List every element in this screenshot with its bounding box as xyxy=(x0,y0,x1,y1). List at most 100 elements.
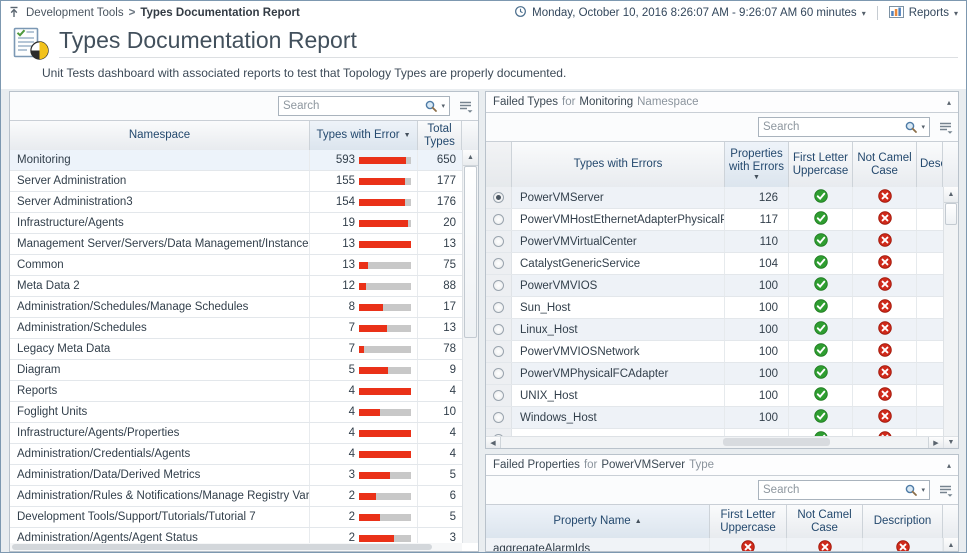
table-row[interactable]: Administration/Agents/Agent Status23 xyxy=(10,528,462,543)
error-ratio-bar xyxy=(359,262,411,269)
vertical-scrollbar[interactable]: ▲ xyxy=(943,538,958,551)
table-row[interactable]: Meta Data 21288 xyxy=(10,276,462,297)
dashboard-content: ▾ Namespace Types with Error▼ Total Type… xyxy=(1,89,966,552)
time-range-label[interactable]: Monday, October 10, 2016 8:26:07 AM - 9:… xyxy=(532,7,857,19)
collapse-panel-icon[interactable]: ▴ xyxy=(947,98,951,107)
table-row-partial[interactable] xyxy=(486,429,943,436)
table-row[interactable]: Server Administration3154176 xyxy=(10,192,462,213)
column-header-description[interactable]: Description xyxy=(917,142,943,187)
scroll-down-icon[interactable]: ▼ xyxy=(943,436,958,448)
table-row[interactable]: Administration/Rules & Notifications/Man… xyxy=(10,486,462,507)
total-types-cell: 13 xyxy=(418,322,462,334)
search-options-caret-icon[interactable]: ▾ xyxy=(438,102,449,110)
row-radio[interactable] xyxy=(493,236,504,247)
radio-cell xyxy=(486,319,512,340)
table-row[interactable]: UNIX_Host100 xyxy=(486,385,943,407)
row-radio[interactable] xyxy=(493,258,504,269)
customize-columns-icon[interactable] xyxy=(458,100,473,113)
table-row[interactable]: Management Server/Servers/Data Managemen… xyxy=(10,234,462,255)
row-radio[interactable] xyxy=(493,324,504,335)
row-radio[interactable] xyxy=(493,280,504,291)
horizontal-scrollbar[interactable] xyxy=(10,543,462,551)
total-types-cell: 20 xyxy=(418,217,462,229)
table-row[interactable]: aggregateAlarmIds xyxy=(486,538,943,551)
column-header-total-types[interactable]: Total Types xyxy=(418,121,462,150)
search-input[interactable] xyxy=(279,100,424,112)
search-options-caret-icon[interactable]: ▾ xyxy=(918,486,929,494)
column-header-namespace[interactable]: Namespace xyxy=(10,121,310,150)
table-row[interactable]: Sun_Host100 xyxy=(486,297,943,319)
column-header-types-with-error[interactable]: Types with Error▼ xyxy=(310,121,418,150)
table-row[interactable]: Windows_Host100 xyxy=(486,407,943,429)
search-input[interactable] xyxy=(759,484,904,496)
scroll-right-icon[interactable]: ▶ xyxy=(928,437,943,448)
table-row[interactable]: Infrastructure/Agents/Properties44 xyxy=(10,423,462,444)
row-radio[interactable] xyxy=(493,346,504,357)
search-input[interactable] xyxy=(759,121,904,133)
horizontal-scrollbar[interactable]: ◀ ▶ xyxy=(486,436,943,448)
vertical-scrollbar[interactable]: ▲ xyxy=(943,187,958,436)
column-header-properties-with-errors[interactable]: Properties with Errors▼ xyxy=(725,142,789,187)
table-row[interactable]: PowerVMVIOS100 xyxy=(486,275,943,297)
error-count: 2 xyxy=(349,511,355,523)
search-icon[interactable] xyxy=(424,99,438,113)
vertical-scrollbar[interactable]: ▲ xyxy=(462,150,478,543)
table-row[interactable]: Linux_Host100 xyxy=(486,319,943,341)
table-row[interactable]: Server Administration155177 xyxy=(10,171,462,192)
column-header-not-camel-case[interactable]: Not Camel Case xyxy=(787,505,863,538)
row-radio[interactable] xyxy=(493,302,504,313)
scroll-up-icon[interactable]: ▲ xyxy=(944,538,958,552)
table-row[interactable]: Development Tools/Support/Tutorials/Tuto… xyxy=(10,507,462,528)
table-row[interactable]: Reports44 xyxy=(10,381,462,402)
table-row[interactable]: Administration/Data/Derived Metrics35 xyxy=(10,465,462,486)
scrollbar-thumb[interactable] xyxy=(945,203,957,225)
row-radio[interactable] xyxy=(493,368,504,379)
scrollbar-thumb[interactable] xyxy=(723,438,830,446)
search-icon[interactable] xyxy=(904,483,918,497)
sort-asc-icon: ▲ xyxy=(635,515,642,528)
reports-menu[interactable]: Reports xyxy=(909,7,949,19)
scrollbar-thumb[interactable] xyxy=(464,166,477,338)
total-types-cell: 5 xyxy=(418,511,462,523)
search-options-caret-icon[interactable]: ▾ xyxy=(918,123,929,131)
table-row[interactable]: Administration/Schedules713 xyxy=(10,318,462,339)
reports-caret-icon[interactable]: ▾ xyxy=(954,9,958,18)
breadcrumb-history-icon[interactable] xyxy=(9,6,21,21)
scroll-up-icon[interactable]: ▲ xyxy=(463,150,478,166)
collapse-panel-icon[interactable]: ▴ xyxy=(947,461,951,470)
table-row[interactable]: PowerVMPhysicalFCAdapter100 xyxy=(486,363,943,385)
namespace-cell: Infrastructure/Agents xyxy=(10,213,310,233)
row-radio[interactable] xyxy=(493,214,504,225)
column-header-not-camel-case[interactable]: Not Camel Case xyxy=(853,142,917,187)
time-range-caret-icon[interactable]: ▾ xyxy=(862,9,866,18)
scrollbar-thumb[interactable] xyxy=(12,544,432,550)
row-radio[interactable] xyxy=(493,390,504,401)
row-radio[interactable] xyxy=(493,412,504,423)
table-row[interactable]: PowerVMVIOSNetwork100 xyxy=(486,341,943,363)
table-row[interactable]: Administration/Credentials/Agents44 xyxy=(10,444,462,465)
scroll-up-icon[interactable]: ▲ xyxy=(944,187,958,203)
table-row[interactable]: Diagram59 xyxy=(10,360,462,381)
column-header-first-letter-uppercase[interactable]: First Letter Uppercase xyxy=(789,142,853,187)
row-radio[interactable] xyxy=(493,192,504,203)
breadcrumb-link-development-tools[interactable]: Development Tools xyxy=(26,7,124,19)
customize-columns-icon[interactable] xyxy=(938,484,953,497)
table-row[interactable]: Foglight Units410 xyxy=(10,402,462,423)
scroll-left-icon[interactable]: ◀ xyxy=(486,437,501,448)
error-ratio-fill xyxy=(359,346,364,353)
column-header-first-letter-uppercase[interactable]: First Letter Uppercase xyxy=(710,505,787,538)
table-row[interactable]: CatalystGenericService104 xyxy=(486,253,943,275)
customize-columns-icon[interactable] xyxy=(938,121,953,134)
column-header-property-name[interactable]: Property Name▲ xyxy=(486,505,710,538)
column-header-types-with-errors[interactable]: Types with Errors xyxy=(512,142,725,187)
table-row[interactable]: Administration/Schedules/Manage Schedule… xyxy=(10,297,462,318)
table-row[interactable]: Infrastructure/Agents1920 xyxy=(10,213,462,234)
table-row[interactable]: PowerVMServer126 xyxy=(486,187,943,209)
table-row[interactable]: PowerVMVirtualCenter110 xyxy=(486,231,943,253)
search-icon[interactable] xyxy=(904,120,918,134)
column-header-description[interactable]: Description xyxy=(863,505,943,538)
table-row[interactable]: Common1375 xyxy=(10,255,462,276)
table-row[interactable]: Legacy Meta Data778 xyxy=(10,339,462,360)
table-row[interactable]: PowerVMHostEthernetAdapterPhysicalPort11… xyxy=(486,209,943,231)
table-row[interactable]: Monitoring593650 xyxy=(10,150,462,171)
